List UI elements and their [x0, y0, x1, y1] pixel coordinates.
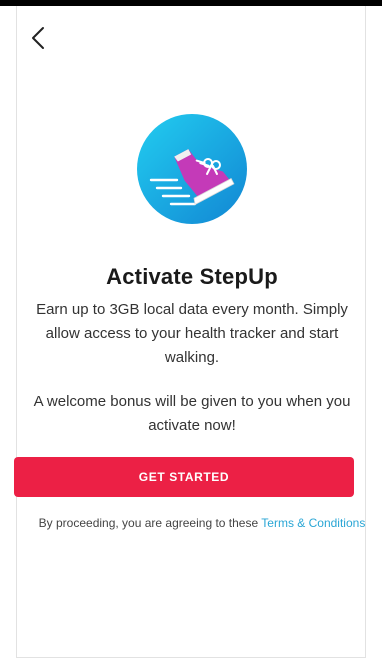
- chevron-left-icon: [32, 27, 44, 49]
- terms-link[interactable]: Terms & Conditions: [261, 516, 365, 530]
- terms-consent: By proceeding, you are agreeing to these…: [37, 514, 367, 532]
- consent-text: By proceeding, you are agreeing to these: [38, 516, 262, 530]
- description-text: Earn up to 3GB local data every month. S…: [36, 301, 348, 366]
- page-title: Activate StepUp: [106, 264, 278, 289]
- back-button[interactable]: [25, 24, 51, 52]
- stepup-hero-image: [137, 114, 247, 224]
- running-shoe-icon: [137, 114, 247, 224]
- get-started-button[interactable]: GET STARTED: [14, 457, 354, 497]
- bonus-text: A welcome bonus will be given to you whe…: [33, 393, 351, 434]
- stepup-screen: Activate StepUp Earn up to 3GB local dat…: [16, 6, 366, 658]
